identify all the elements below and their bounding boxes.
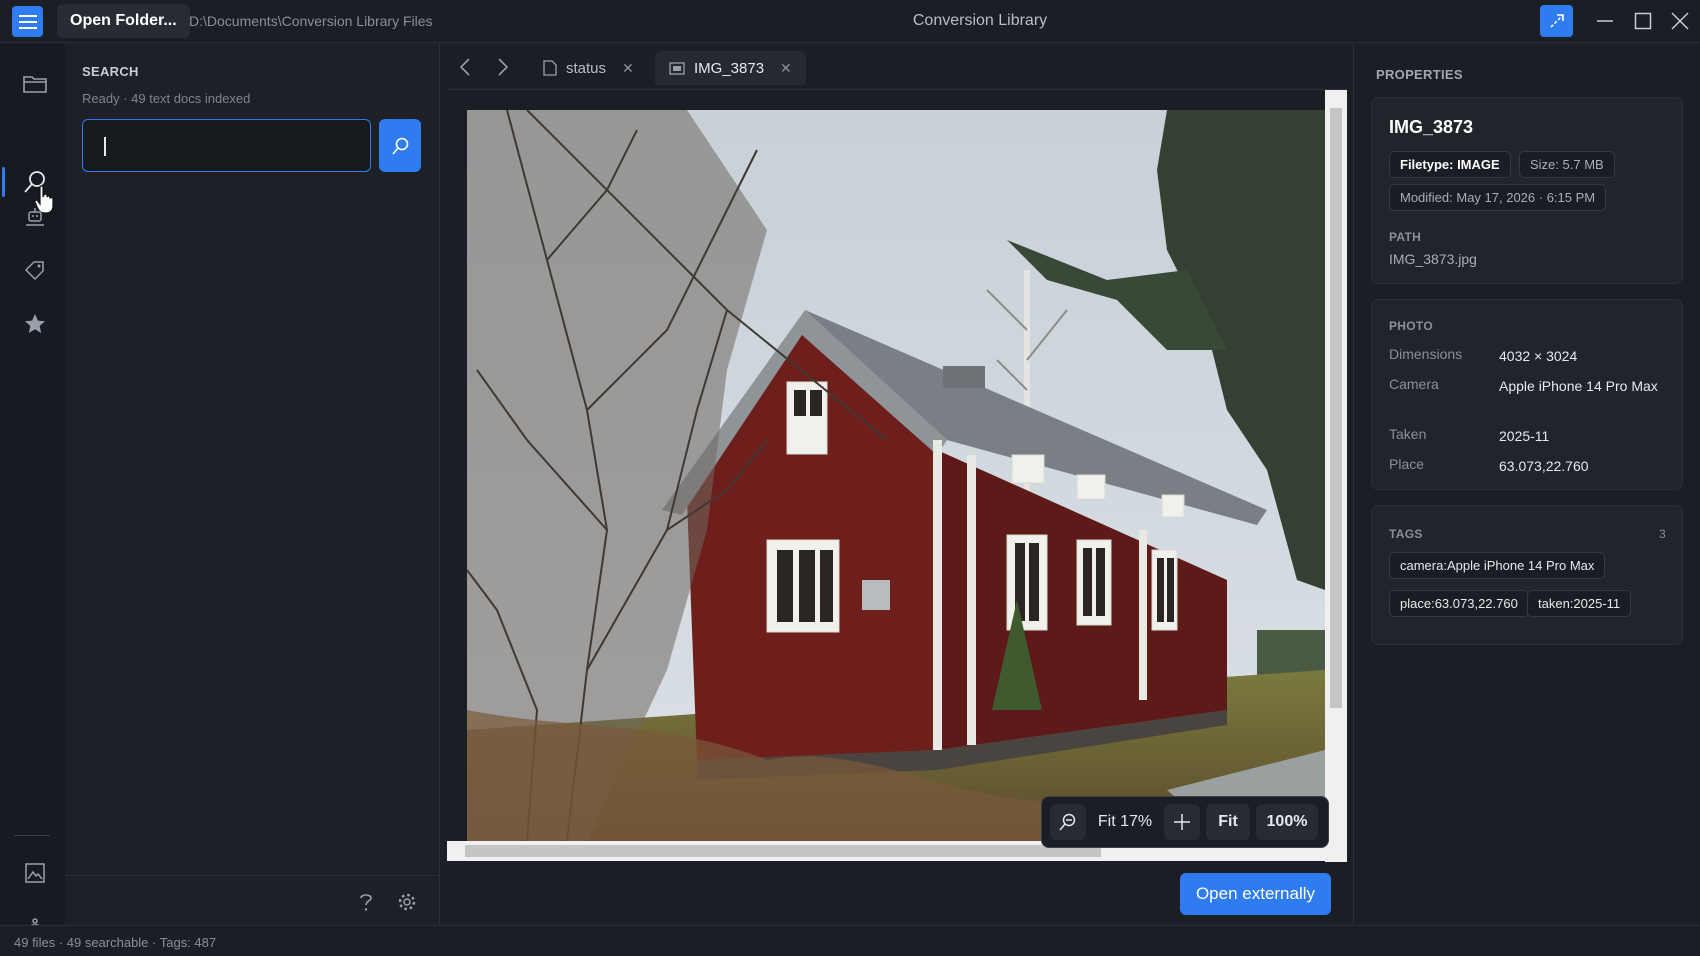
fit-button[interactable]: Fit <box>1206 804 1250 840</box>
ai-assistant-button[interactable] <box>12 195 58 239</box>
activity-rail <box>0 43 65 938</box>
tags-count: 3 <box>1659 527 1666 541</box>
search-icon <box>392 137 409 155</box>
tab-label: IMG_3873 <box>694 59 765 77</box>
tab-label: status <box>566 59 607 77</box>
image-viewer: Fit 17% Fit 100% <box>447 90 1347 862</box>
file-info-card: IMG_3873 Filetype: IMAGE Size: 5.7 MB Mo… <box>1371 97 1683 284</box>
scrollbar-thumb[interactable] <box>1330 108 1342 708</box>
remote-connect-button[interactable] <box>1540 5 1573 37</box>
back-button[interactable] <box>457 57 475 82</box>
robot-icon <box>26 208 44 226</box>
help-icon <box>360 894 372 911</box>
folder-icon <box>23 76 47 93</box>
tags-button[interactable] <box>12 248 58 292</box>
forward-button[interactable] <box>493 57 511 82</box>
minimize-button[interactable] <box>1590 7 1620 35</box>
favorites-button[interactable] <box>12 302 58 346</box>
tag-chip[interactable]: camera:Apple iPhone 14 Pro Max <box>1389 552 1606 579</box>
document-icon <box>543 60 557 76</box>
search-panel-title: SEARCH <box>82 64 139 79</box>
search-input[interactable] <box>82 119 371 172</box>
tags-label: TAGS <box>1389 527 1423 541</box>
image-icon <box>669 61 685 75</box>
title-bar: Open Folder... D:\Documents\Conversion L… <box>0 0 1700 43</box>
active-indicator <box>2 167 5 197</box>
rail-divider <box>14 835 50 836</box>
search-panel: SEARCH Ready · 49 text docs indexed <box>65 43 440 925</box>
connect-icon <box>1549 14 1564 28</box>
photo-image[interactable] <box>467 110 1325 841</box>
zoom-toolbar: Fit 17% Fit 100% <box>1041 796 1329 848</box>
dimensions-key: Dimensions <box>1389 346 1463 362</box>
minimize-icon <box>1597 20 1613 22</box>
photo-label: PHOTO <box>1389 319 1433 333</box>
photo-info-card: PHOTO Dimensions 4032 × 3024 Camera Appl… <box>1371 299 1683 490</box>
tag-chip[interactable]: taken:2025-11 <box>1527 590 1632 617</box>
path-label: PATH <box>1389 230 1422 244</box>
chevron-right-icon <box>498 58 509 76</box>
dimensions-value: 4032 × 3024 <box>1499 348 1578 364</box>
actual-size-button[interactable]: 100% <box>1256 804 1318 840</box>
chevron-left-icon <box>459 58 470 76</box>
close-tab-icon[interactable]: ✕ <box>780 60 792 77</box>
text-caret <box>104 137 106 156</box>
maximize-icon <box>1634 12 1652 30</box>
plus-icon <box>1174 814 1190 830</box>
status-bar: 49 files · 49 searchable · Tags: 487 <box>0 925 1700 956</box>
tab-bar: status ✕ IMG_3873 ✕ <box>447 43 1347 90</box>
open-externally-button[interactable]: Open externally <box>1180 873 1331 915</box>
vertical-scrollbar[interactable] <box>1325 90 1347 862</box>
camera-key: Camera <box>1389 376 1439 392</box>
place-value: 63.073,22.760 <box>1499 458 1589 474</box>
scrollbar-thumb[interactable] <box>465 845 1101 857</box>
modified-badge: Modified: May 17, 2026 · 6:15 PM <box>1389 184 1607 211</box>
star-icon <box>25 314 45 333</box>
tab-img-3873[interactable]: IMG_3873 ✕ <box>655 51 806 85</box>
close-tab-icon[interactable]: ✕ <box>622 60 634 77</box>
menu-icon[interactable] <box>12 6 43 37</box>
taken-key: Taken <box>1389 426 1427 442</box>
settings-button[interactable] <box>397 892 417 917</box>
files-button[interactable] <box>12 61 58 105</box>
app-title-text: Conversion Library <box>912 12 1048 29</box>
camera-value: Apple iPhone 14 Pro Max <box>1499 378 1658 394</box>
properties-panel: PROPERTIES IMG_3873 Filetype: IMAGE Size… <box>1353 43 1700 925</box>
search-panel-footer <box>65 875 440 925</box>
filetype-badge: Filetype: IMAGE <box>1389 151 1511 178</box>
open-folder-button[interactable]: Open Folder... <box>57 4 190 38</box>
close-window-button[interactable] <box>1665 7 1695 35</box>
file-name: IMG_3873 <box>1389 117 1474 137</box>
properties-title: PROPERTIES <box>1376 67 1463 82</box>
tag-chip[interactable]: place:63.073,22.760 <box>1389 590 1529 617</box>
zoom-out-button[interactable] <box>1050 804 1086 840</box>
tag-icon <box>24 261 44 281</box>
status-text: 49 files · 49 searchable · Tags: 487 <box>14 935 217 950</box>
zoom-in-button[interactable] <box>1164 804 1200 840</box>
zoom-out-icon <box>1059 813 1076 831</box>
image-icon <box>25 863 45 883</box>
current-folder-path: D:\Documents\Conversion Library Files <box>189 13 433 29</box>
maximize-button[interactable] <box>1628 7 1658 35</box>
taken-value: 2025-11 <box>1499 428 1550 444</box>
close-icon <box>1671 12 1689 30</box>
help-button[interactable] <box>357 892 375 917</box>
search-submit-button[interactable] <box>379 119 421 172</box>
place-key: Place <box>1389 456 1425 472</box>
gear-icon <box>398 893 416 911</box>
tab-status[interactable]: status ✕ <box>531 51 646 85</box>
size-badge: Size: 5.7 MB <box>1519 151 1615 178</box>
path-value: IMG_3873.jpg <box>1389 251 1477 267</box>
tags-card: TAGS 3 camera:Apple iPhone 14 Pro Max pl… <box>1371 505 1683 645</box>
search-status: Ready · 49 text docs indexed <box>82 91 251 106</box>
gallery-button[interactable] <box>12 851 58 895</box>
zoom-level: Fit 17% <box>1097 813 1153 830</box>
